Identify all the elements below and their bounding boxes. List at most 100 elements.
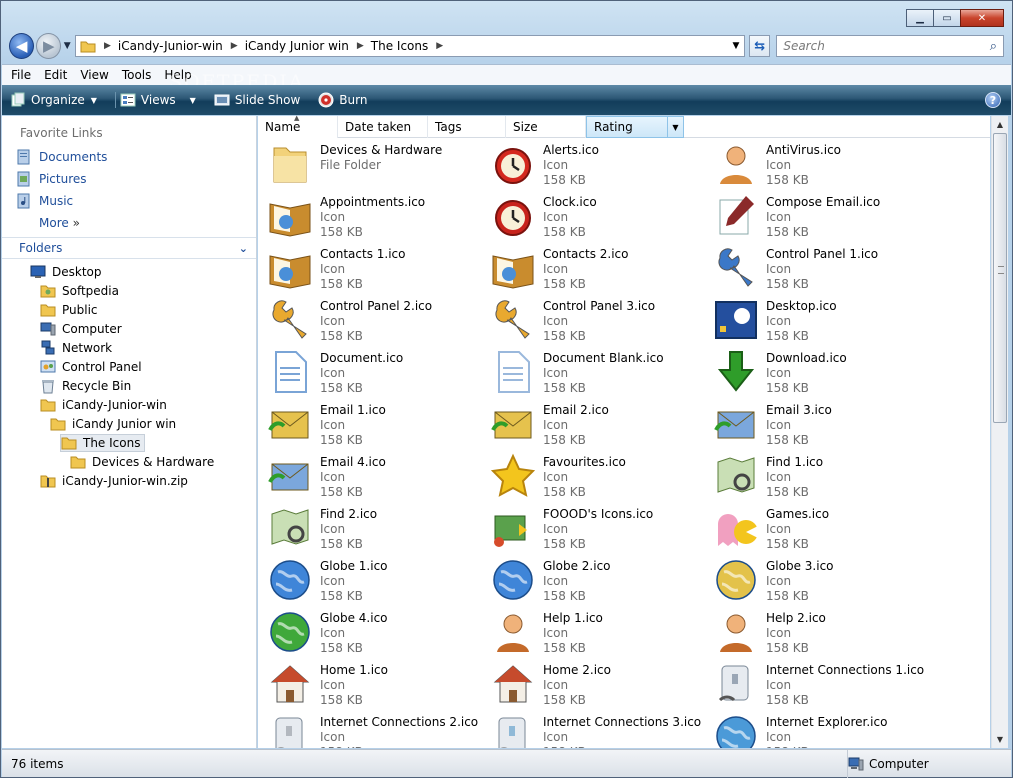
organize-button[interactable]: Organize ▼ — [10, 92, 97, 108]
tree-item[interactable]: Desktop — [30, 263, 102, 281]
file-size: 158 KB — [543, 641, 586, 655]
file-name: Control Panel 2.ico — [320, 299, 433, 313]
breadcrumb-item[interactable]: The Icons ▶ — [371, 39, 450, 53]
tree-item[interactable]: Control Panel — [40, 358, 142, 376]
tree-item[interactable]: iCandy-Junior-win — [40, 396, 167, 414]
file-item[interactable]: Home 2.ico Icon 158 KB — [485, 658, 707, 710]
tree-item[interactable]: Computer — [40, 320, 122, 338]
help-icon[interactable]: ? — [985, 92, 1001, 108]
column-rating[interactable]: Rating ▼ — [586, 116, 684, 138]
file-item[interactable]: Download.ico Icon 158 KB — [708, 346, 930, 398]
column-size[interactable]: Size — [506, 116, 586, 138]
file-item[interactable]: Home 1.ico Icon 158 KB — [262, 658, 484, 710]
tree-item[interactable]: Devices & Hardware — [70, 453, 214, 471]
file-item[interactable]: Control Panel 3.ico Icon 158 KB — [485, 294, 707, 346]
tree-item[interactable]: iCandy-Junior-win.zip — [40, 472, 188, 490]
file-item[interactable]: Email 2.ico Icon 158 KB — [485, 398, 707, 450]
file-item[interactable]: Globe 4.ico Icon 158 KB — [262, 606, 484, 658]
file-item[interactable]: FOOOD's Icons.ico Icon 158 KB — [485, 502, 707, 554]
tree-item[interactable]: iCandy Junior win — [50, 415, 176, 433]
chevron-down-icon[interactable]: ▼ — [667, 117, 683, 137]
document-blank-icon — [498, 351, 530, 393]
file-item[interactable]: Help 1.ico Icon 158 KB — [485, 606, 707, 658]
close-button[interactable]: ✕ — [960, 9, 1004, 27]
file-name: Globe 1.ico — [320, 559, 388, 573]
file-item[interactable]: Control Panel 1.ico Icon 158 KB — [708, 242, 930, 294]
address-row: ◀ ▶ ▼ ▶ iCandy-Junior-win ▶ iCandy Junior… — [9, 33, 1004, 59]
help-headset-icon — [497, 614, 529, 652]
back-button[interactable]: ◀ — [9, 33, 35, 59]
desktop-icon — [30, 265, 46, 278]
breadcrumb-item[interactable]: iCandy Junior win ▶ — [245, 39, 371, 53]
file-item[interactable]: Alerts.ico Icon 158 KB — [485, 138, 707, 190]
file-item[interactable]: Favourites.ico Icon 158 KB — [485, 450, 707, 502]
file-item[interactable]: Help 2.ico Icon 158 KB — [708, 606, 930, 658]
tree-item[interactable]: Softpedia — [40, 282, 119, 300]
file-item[interactable]: Document Blank.ico Icon 158 KB — [485, 346, 707, 398]
views-button[interactable]: Views ▼ — [114, 92, 196, 108]
file-size: 158 KB — [766, 589, 809, 603]
tree-item[interactable]: Public — [40, 301, 98, 319]
file-item[interactable]: Document.ico Icon 158 KB — [262, 346, 484, 398]
file-item[interactable]: Email 4.ico Icon 158 KB — [262, 450, 484, 502]
scroll-down-icon[interactable]: ▼ — [992, 731, 1008, 747]
file-item[interactable]: Find 2.ico Icon 158 KB — [262, 502, 484, 554]
minimize-button[interactable]: ▁ — [906, 9, 934, 27]
file-item[interactable]: Internet Connections 2.icoIcon158 KB — [262, 710, 484, 748]
tree-item[interactable]: The Icons — [60, 434, 146, 452]
tree-item[interactable]: Network — [40, 339, 112, 357]
vertical-scrollbar[interactable]: ▲ ▼ — [991, 116, 1008, 748]
file-item[interactable]: Globe 1.ico Icon 158 KB — [262, 554, 484, 606]
file-item[interactable]: Control Panel 2.ico Icon 158 KB — [262, 294, 484, 346]
scrollbar-thumb[interactable] — [993, 133, 1007, 423]
forward-button[interactable]: ▶ — [36, 33, 62, 59]
burn-button[interactable]: Burn — [318, 92, 367, 108]
column-tags[interactable]: Tags — [428, 116, 506, 138]
refresh-button[interactable]: ⇆ — [749, 35, 771, 57]
file-item[interactable]: Internet Connections 3.icoIcon158 KB — [485, 710, 707, 748]
favorite-music[interactable]: Music — [16, 193, 73, 209]
maximize-button[interactable]: ▭ — [933, 9, 961, 27]
favorite-pictures[interactable]: Pictures — [16, 171, 87, 187]
file-item[interactable]: Games.ico Icon 158 KB — [708, 502, 930, 554]
file-item[interactable]: Contacts 2.ico Icon 158 KB — [485, 242, 707, 294]
search-icon[interactable]: ⌕ — [990, 39, 997, 54]
file-item[interactable]: Clock.ico Icon 158 KB — [485, 190, 707, 242]
file-size: 158 KB — [543, 745, 586, 748]
menu-tools[interactable]: Tools — [122, 68, 152, 82]
breadcrumb-item[interactable]: iCandy-Junior-win ▶ — [118, 39, 245, 53]
more-favorites-link[interactable]: More » — [39, 216, 80, 230]
scroll-up-icon[interactable]: ▲ — [992, 116, 1008, 132]
file-size: 158 KB — [766, 485, 809, 499]
address-dropdown-icon[interactable]: ▼ — [728, 41, 744, 51]
favorite-documents[interactable]: Documents — [16, 149, 107, 165]
address-bar[interactable]: ▶ iCandy-Junior-win ▶ iCandy Junior win ▶ … — [75, 35, 745, 57]
file-item[interactable]: Internet Explorer.icoIcon158 KB — [708, 710, 930, 748]
file-item[interactable]: Globe 3.ico Icon 158 KB — [708, 554, 930, 606]
search-input[interactable]: Search ⌕ — [776, 35, 1004, 57]
menu-edit[interactable]: Edit — [44, 68, 67, 82]
file-item[interactable]: AntiVirus.ico Icon 158 KB — [708, 138, 930, 190]
column-date-taken[interactable]: Date taken — [338, 116, 428, 138]
tree-item[interactable]: Recycle Bin — [40, 377, 131, 395]
slideshow-button[interactable]: Slide Show — [214, 92, 300, 108]
file-item[interactable]: Globe 2.ico Icon 158 KB — [485, 554, 707, 606]
history-dropdown-icon[interactable]: ▼ — [61, 41, 73, 51]
file-item[interactable]: Desktop.ico Icon 158 KB — [708, 294, 930, 346]
file-item[interactable]: Appointments.ico Icon 158 KB — [262, 190, 484, 242]
file-name: Games.ico — [766, 507, 830, 521]
menu-view[interactable]: View — [80, 68, 108, 82]
folders-header[interactable]: Folders ⌄ — [2, 237, 256, 259]
file-item[interactable]: Devices & Hardware File Folder — [262, 138, 484, 190]
help-headset-icon — [720, 614, 752, 652]
folder-icon — [70, 456, 86, 469]
file-item[interactable]: Find 1.ico Icon 158 KB — [708, 450, 930, 502]
column-name[interactable]: ▲ Name — [258, 114, 338, 138]
file-item[interactable]: Contacts 1.ico Icon 158 KB — [262, 242, 484, 294]
menu-file[interactable]: File — [11, 68, 31, 82]
file-item[interactable]: Internet Connections 1.ico Icon 158 KB — [708, 658, 930, 710]
file-item[interactable]: Email 1.ico Icon 158 KB — [262, 398, 484, 450]
file-item[interactable]: Email 3.ico Icon 158 KB — [708, 398, 930, 450]
file-item[interactable]: Compose Email.ico Icon 158 KB — [708, 190, 930, 242]
contacts-icon — [492, 255, 534, 289]
